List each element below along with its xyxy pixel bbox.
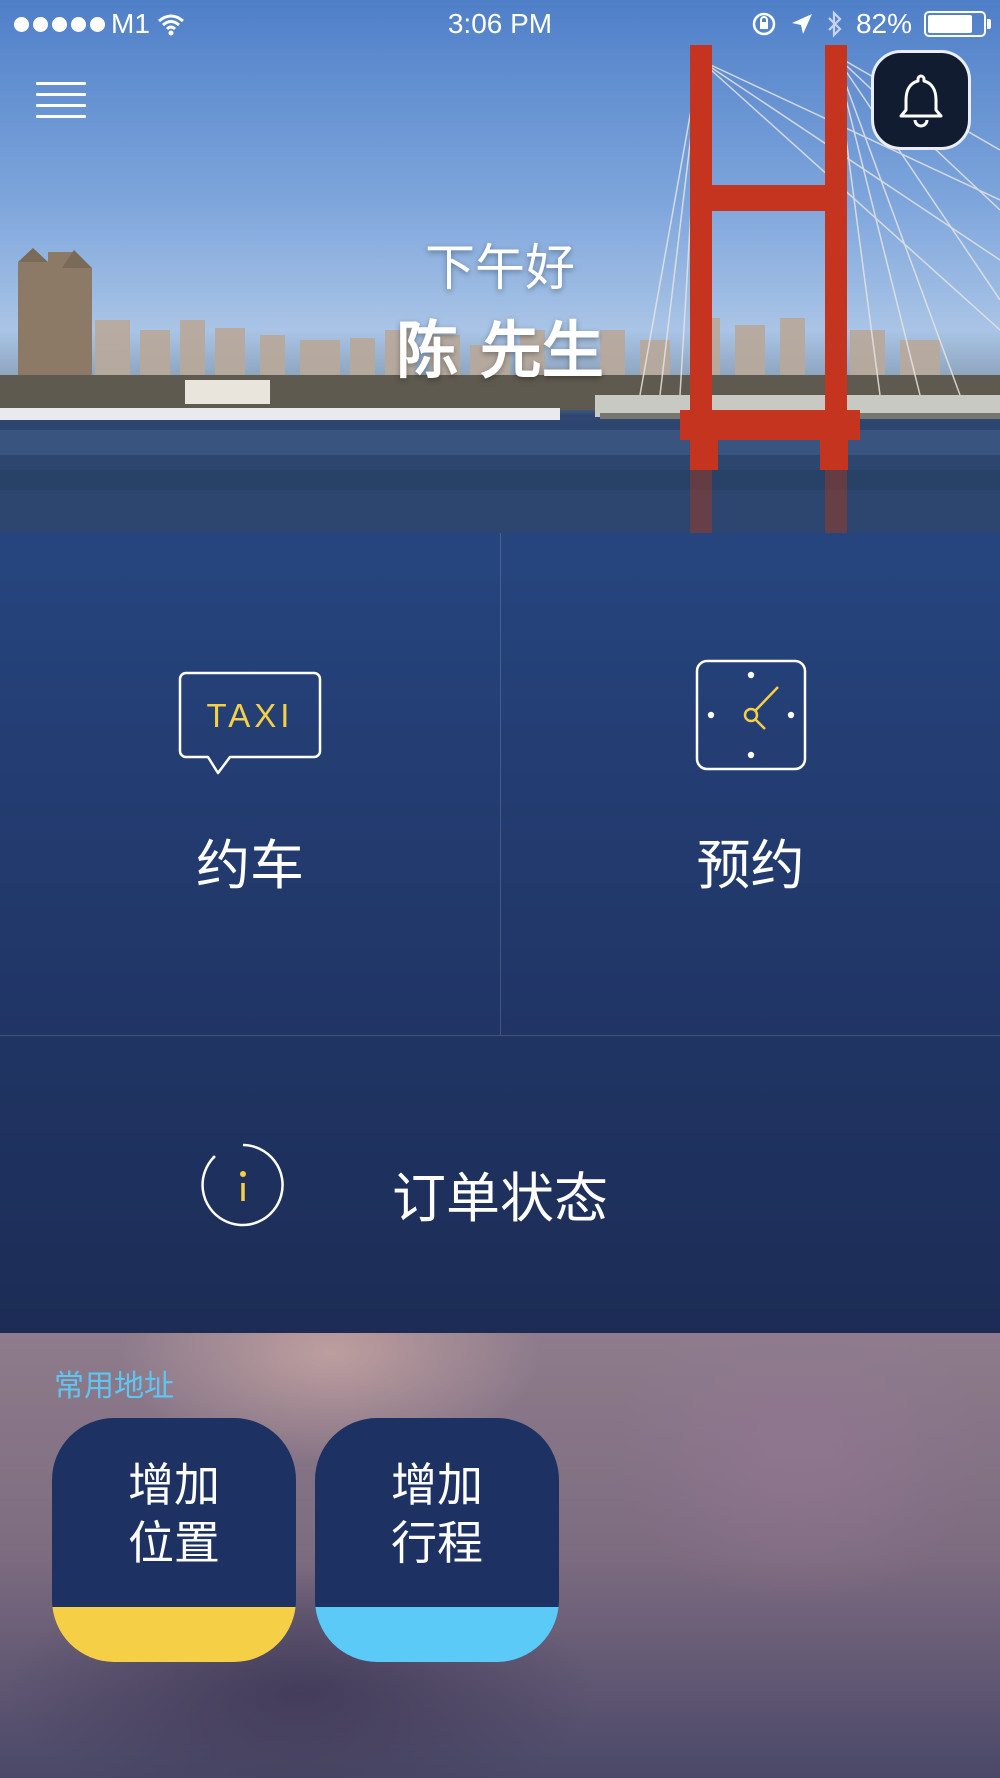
book-ride-button[interactable]: TAXI 约车	[0, 533, 500, 1035]
add-trip-line1: 增加	[391, 1458, 483, 1512]
taxi-icon-text: TAXI	[207, 697, 294, 734]
actions-panel: TAXI 约车 预约 订单状态	[0, 533, 1000, 1333]
book-ride-label: 约车	[196, 834, 304, 897]
bell-icon	[899, 74, 943, 128]
status-bar: M1 3:06 PM 82%	[0, 0, 1000, 50]
add-trip-accent	[315, 1607, 559, 1662]
add-location-line2: 位置	[128, 1516, 220, 1570]
reserve-button[interactable]: 预约	[501, 533, 1000, 1035]
info-icon	[201, 1143, 284, 1227]
favorites-section: 常用地址 增加 位置 增加 行程	[0, 1333, 1000, 1778]
taxi-icon: TAXI	[178, 671, 322, 775]
order-status-label: 订单状态	[392, 1167, 608, 1230]
battery-icon	[924, 11, 991, 37]
hero-banner: M1 3:06 PM 82% 下午好 陈 先生	[0, 0, 1000, 533]
add-location-line1: 增加	[128, 1458, 220, 1512]
add-trip-button[interactable]: 增加 行程	[315, 1418, 559, 1662]
greeting-text: 下午好	[425, 239, 575, 297]
menu-button[interactable]	[36, 82, 86, 122]
add-trip-line2: 行程	[391, 1516, 483, 1570]
add-location-button[interactable]: 增加 位置	[52, 1418, 296, 1662]
location-arrow-icon	[791, 14, 812, 34]
rotation-lock-icon	[752, 12, 776, 36]
reserve-label: 预约	[696, 834, 805, 897]
clock-icon	[695, 659, 807, 771]
favorites-title: 常用地址	[54, 1369, 174, 1404]
hamburger-icon	[36, 82, 86, 85]
battery-percent: 82%	[855, 8, 912, 39]
order-status-button[interactable]: 订单状态	[0, 1036, 1000, 1333]
add-location-accent	[52, 1607, 296, 1662]
bluetooth-icon	[828, 10, 842, 38]
notification-button[interactable]	[871, 50, 971, 150]
user-name: 陈 先生	[396, 314, 604, 387]
